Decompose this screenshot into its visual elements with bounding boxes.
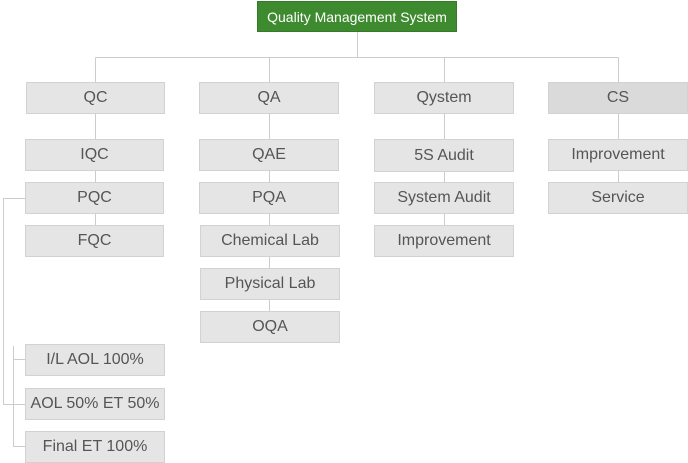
dept-qystem: Qystem bbox=[374, 82, 514, 114]
qc-item-fqc: FQC bbox=[25, 225, 164, 257]
qystem-item-system-audit: System Audit bbox=[374, 182, 514, 214]
qa-item-qae: QAE bbox=[199, 139, 339, 171]
cs-item-improvement: Improvement bbox=[548, 139, 688, 171]
pqc-item-aol-et: AOL 50% ET 50% bbox=[25, 388, 165, 420]
qa-item-pqa: PQA bbox=[199, 182, 339, 214]
root-node: Quality Management System bbox=[257, 1, 457, 32]
dept-cs: CS bbox=[548, 82, 688, 114]
dept-qc: QC bbox=[26, 82, 165, 114]
qa-item-oqa: OQA bbox=[200, 311, 340, 343]
qc-item-pqc: PQC bbox=[25, 182, 164, 214]
pqc-branch-outer bbox=[3, 198, 25, 405]
cs-item-service: Service bbox=[548, 182, 688, 214]
qc-item-iqc: IQC bbox=[25, 139, 164, 171]
qystem-item-5s-audit: 5S Audit bbox=[374, 139, 514, 172]
pqc-item-final-et: Final ET 100% bbox=[25, 431, 165, 463]
qa-item-physical-lab: Physical Lab bbox=[200, 268, 340, 300]
qa-item-chemical-lab: Chemical Lab bbox=[200, 225, 340, 257]
pqc-item-il-aol: I/L AOL 100% bbox=[25, 344, 165, 376]
dept-qa: QA bbox=[199, 82, 339, 114]
qystem-item-improvement: Improvement bbox=[374, 225, 514, 257]
pqc-branch-inner bbox=[13, 346, 25, 447]
